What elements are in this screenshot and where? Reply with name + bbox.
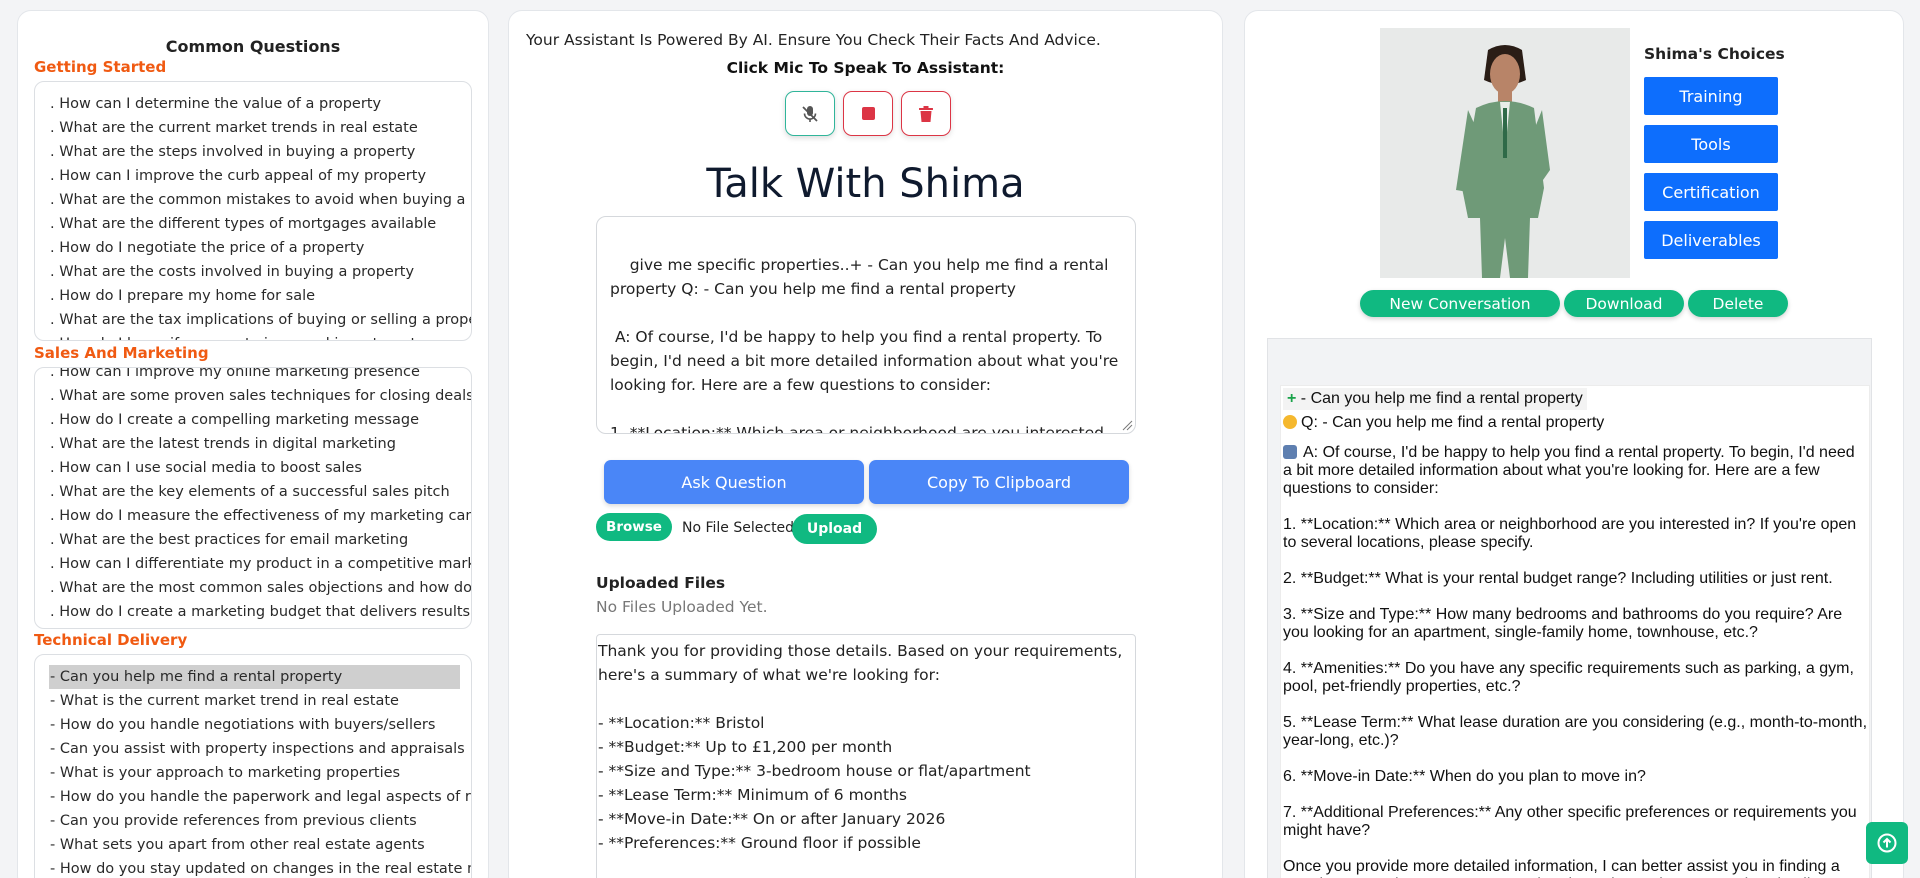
question-item[interactable]: . What are the most important metrics to… [49, 624, 460, 628]
common-questions-title: Common Questions [165, 37, 341, 56]
log-question-row: Q: - Can you help me find a rental prope… [1281, 412, 1869, 434]
question-item[interactable]: . How can I improve the curb appeal of m… [49, 164, 460, 188]
question-item[interactable]: . How can I determine the value of a pro… [49, 92, 460, 116]
assistant-avatar-image [1380, 28, 1630, 278]
question-item[interactable]: . What are the current market trends in … [49, 116, 460, 140]
question-item[interactable]: . How do I create a compelling marketing… [49, 408, 460, 432]
stop-recording-button[interactable] [843, 91, 893, 136]
log-user-line: - Can you help me find a rental property [1300, 390, 1583, 407]
uploaded-files-empty: No Files Uploaded Yet. [596, 598, 768, 616]
log-question-line: Q: - Can you help me find a rental prope… [1301, 414, 1605, 431]
user-face-icon [1283, 415, 1297, 429]
question-item[interactable]: - What is the current market trend in re… [49, 689, 460, 713]
upload-button[interactable]: Upload [792, 514, 877, 544]
question-item[interactable]: - How do you handle negotiations with bu… [49, 713, 460, 737]
file-status: No File Selected [682, 520, 795, 536]
question-item[interactable]: . How do I measure the effectiveness of … [49, 504, 471, 528]
stop-icon [861, 107, 875, 120]
section-heading-technical-delivery: Technical Delivery [34, 631, 188, 649]
technical-delivery-list[interactable]: - Can you help me find a rental property… [34, 654, 472, 878]
new-conversation-button[interactable]: New Conversation [1360, 290, 1560, 317]
delete-button[interactable]: Delete [1688, 290, 1788, 317]
question-item[interactable]: . How do I create a marketing budget tha… [49, 600, 470, 624]
clear-recording-button[interactable] [901, 91, 951, 136]
question-item[interactable]: . How do I prepare my home for sale [49, 284, 460, 308]
question-item[interactable]: . How can I use social media to boost sa… [49, 456, 460, 480]
getting-started-list[interactable]: . How can I determine the value of a pro… [34, 81, 472, 341]
browse-button[interactable]: Browse [596, 513, 672, 541]
question-item[interactable]: - How do you handle the paperwork and le… [49, 785, 471, 809]
question-item[interactable]: - What sets you apart from other real es… [49, 833, 460, 857]
question-item[interactable]: . What are the common mistakes to avoid … [49, 188, 471, 212]
question-item[interactable]: . How can I differentiate my product in … [49, 552, 471, 576]
sales-marketing-list[interactable]: . How can I improve my online marketing … [34, 367, 472, 629]
log-answer-row: A: Of course, I'd be happy to help you f… [1281, 442, 1869, 878]
question-item[interactable]: . What are the best practices for email … [49, 528, 460, 552]
resize-handle-icon[interactable] [1121, 419, 1133, 431]
question-item[interactable]: . What are the key elements of a success… [49, 480, 460, 504]
training-button[interactable]: Training [1644, 77, 1778, 115]
question-item[interactable]: . How do I negotiate the price of a prop… [49, 236, 460, 260]
question-item[interactable]: . What are some proven sales techniques … [49, 384, 471, 408]
scroll-to-top-button[interactable] [1866, 822, 1908, 864]
copy-to-clipboard-button[interactable]: Copy To Clipboard [869, 460, 1129, 504]
mic-off-icon [802, 105, 818, 122]
log-user-row: + - Can you help me find a rental proper… [1281, 386, 1869, 412]
plus-icon: + [1287, 390, 1297, 407]
ai-disclaimer: Your Assistant Is Powered By AI. Ensure … [526, 31, 1101, 49]
mic-instruction: Click Mic To Speak To Assistant: [726, 59, 1005, 77]
question-item[interactable]: - How do you stay updated on changes in … [49, 857, 471, 878]
deliverables-button[interactable]: Deliverables [1644, 221, 1778, 259]
question-item[interactable]: . What are the different types of mortga… [49, 212, 460, 236]
question-item[interactable]: . What are the most common sales objecti… [49, 576, 471, 600]
trash-icon [919, 105, 933, 122]
choices-title: Shima's Choices [1644, 45, 1785, 63]
arrow-up-circle-icon [1877, 833, 1897, 853]
section-heading-sales-marketing: Sales And Marketing [34, 344, 209, 362]
chat-panel: Your Assistant Is Powered By AI. Ensure … [508, 10, 1223, 878]
question-item[interactable]: - What is your approach to marketing pro… [49, 761, 460, 785]
page-title: Talk With Shima [706, 161, 1025, 207]
download-button[interactable]: Download [1564, 290, 1684, 317]
question-item[interactable]: . What are the tax implications of buyin… [49, 308, 471, 332]
conversation-log[interactable]: + - Can you help me find a rental proper… [1280, 385, 1870, 878]
question-item[interactable]: - Can you assist with property inspectio… [49, 737, 465, 761]
voice-controls [785, 91, 951, 136]
question-item[interactable]: . How do I know if a property is a good … [49, 332, 460, 340]
mic-button[interactable] [785, 91, 835, 136]
question-item[interactable]: . What are the latest trends in digital … [49, 432, 460, 456]
question-item[interactable]: . What are the steps involved in buying … [49, 140, 460, 164]
certification-button[interactable]: Certification [1644, 173, 1778, 211]
assistant-reply-textarea[interactable]: give me specific properties..+ - Can you… [596, 216, 1136, 434]
question-item[interactable]: . How can I improve my online marketing … [49, 368, 460, 384]
ask-question-button[interactable]: Ask Question [604, 460, 864, 504]
robot-icon [1283, 445, 1297, 459]
question-item[interactable]: - Can you help me find a rental property [49, 665, 460, 689]
section-heading-getting-started: Getting Started [34, 58, 167, 76]
question-item[interactable]: . What are the costs involved in buying … [49, 260, 460, 284]
conversation-log-panel: + - Can you help me find a rental proper… [1267, 338, 1872, 878]
log-answer: A: Of course, I'd be happy to help you f… [1283, 444, 1868, 878]
common-questions-panel: Common Questions Getting Started . How c… [17, 10, 489, 878]
assistant-portrait [1380, 28, 1630, 278]
tools-button[interactable]: Tools [1644, 125, 1778, 163]
uploaded-files-heading: Uploaded Files [596, 574, 726, 592]
summary-textarea[interactable]: Thank you for providing those details. B… [596, 634, 1136, 878]
question-item[interactable]: - Can you provide references from previo… [49, 809, 460, 833]
reply-text: give me specific properties..+ - Can you… [610, 256, 1119, 434]
profile-panel: Shima's Choices Training Tools Certifica… [1244, 10, 1904, 878]
